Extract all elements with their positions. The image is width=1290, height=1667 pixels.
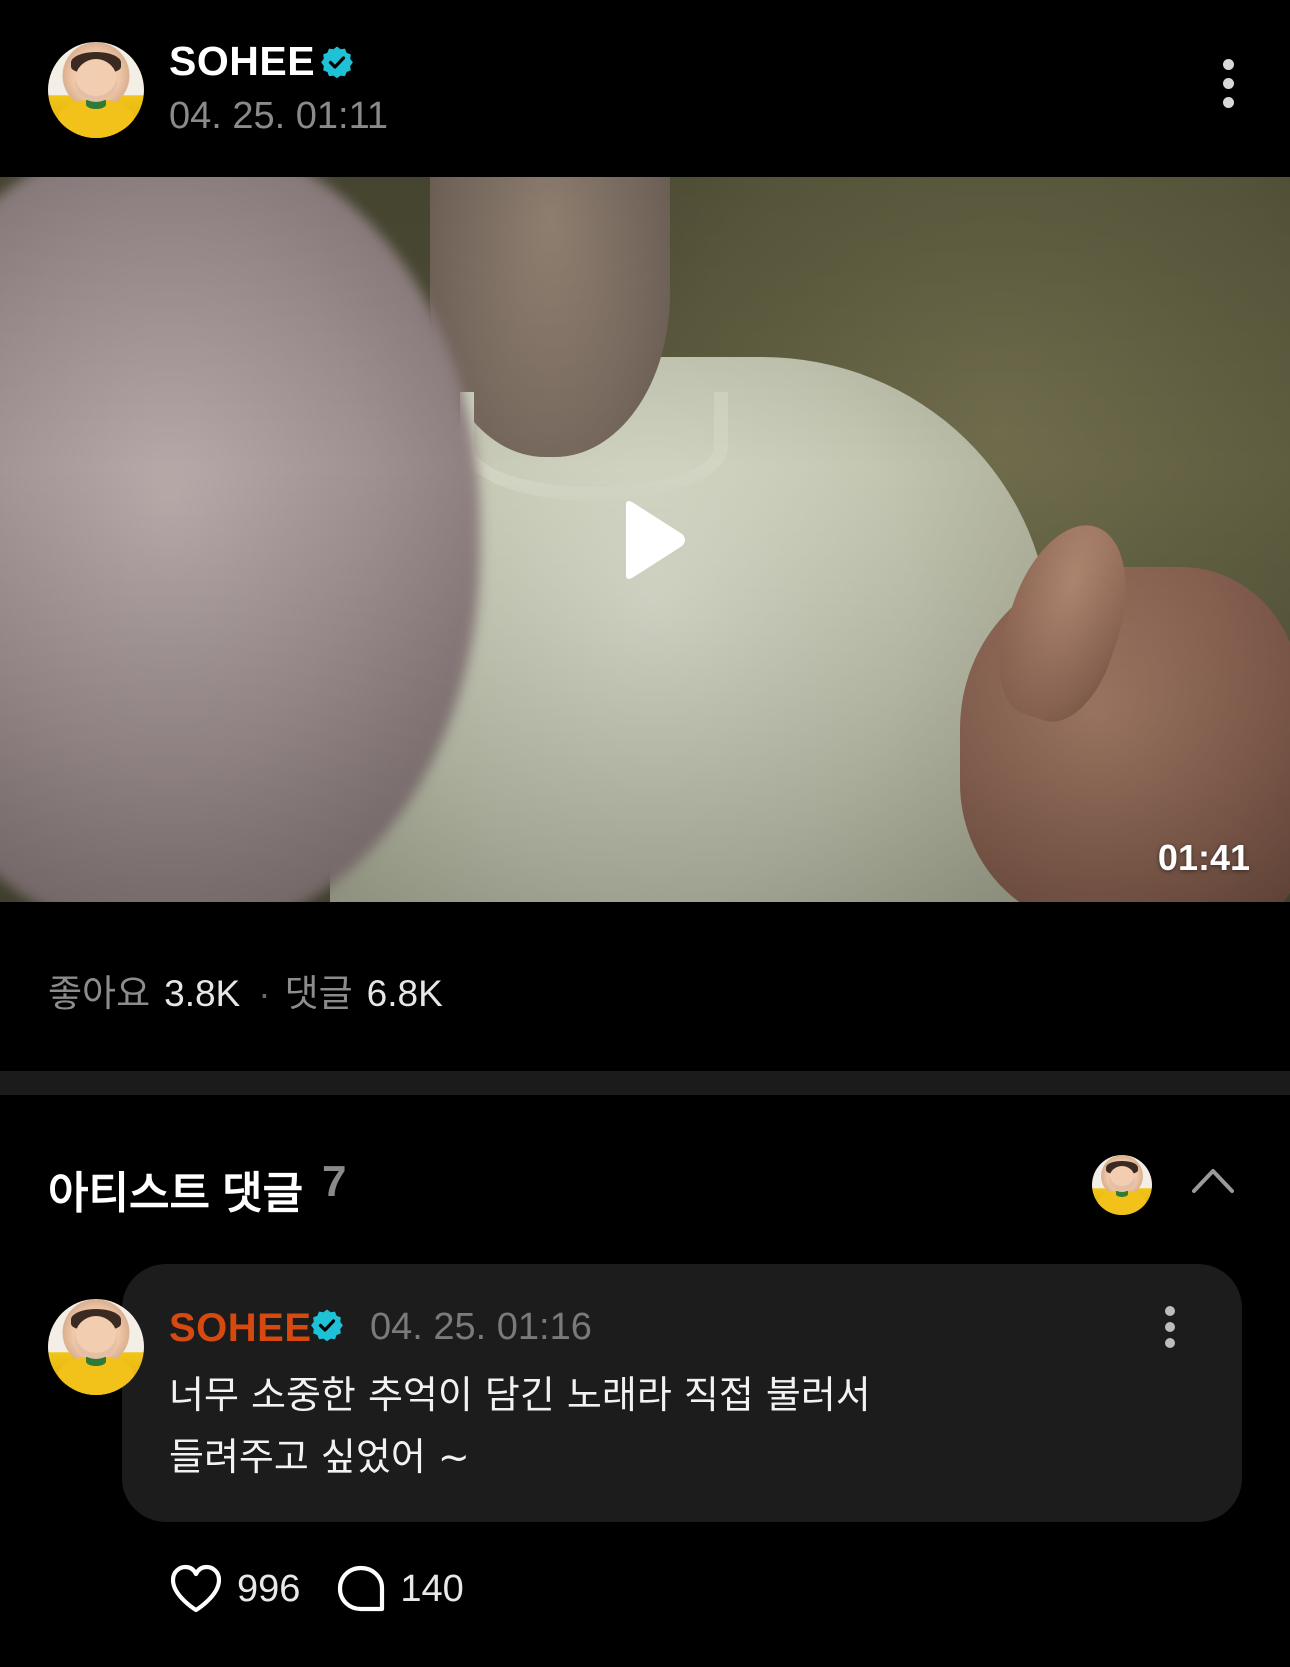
comment-timestamp: 04. 25. 01:16 [370, 1306, 592, 1348]
likes-count[interactable]: 3.8K [164, 973, 240, 1015]
reply-button[interactable]: 140 [336, 1564, 464, 1614]
author-name[interactable]: SOHEE [169, 38, 315, 85]
comment-text: 너무 소중한 추억이 담긴 노래라 직접 불러서 들려주고 싶었어 ~ [169, 1364, 1169, 1488]
more-dot [1222, 59, 1234, 70]
comments-label: 댓글 [284, 973, 353, 1014]
post-timestamp: 04. 25. 01:11 [169, 95, 389, 137]
artist-comments-count: 7 [322, 1157, 347, 1206]
section-divider [0, 1071, 1290, 1095]
play-icon[interactable] [618, 499, 688, 581]
artist-avatar[interactable] [1092, 1155, 1152, 1215]
more-dot [1165, 1338, 1175, 1348]
heart-icon [170, 1564, 222, 1613]
comment-author-name[interactable]: SOHEE [169, 1306, 312, 1351]
more-dot [1165, 1322, 1175, 1332]
comments-count[interactable]: 6.8K [367, 973, 443, 1015]
comment-actions: 996 140 [169, 1562, 500, 1616]
verified-badge-icon [321, 46, 353, 79]
artist-comments-title: 아티스트 댓글 [48, 1169, 304, 1218]
chevron-up-icon[interactable] [1190, 1165, 1236, 1195]
more-dot [1222, 97, 1234, 108]
speech-bubble-icon [338, 1565, 385, 1612]
comment-author-avatar[interactable] [48, 1299, 144, 1395]
video-player[interactable]: 01:41 [0, 177, 1290, 902]
video-duration: 01:41 [1157, 837, 1250, 878]
comment-text-line: 너무 소중한 추억이 담긴 노래라 직접 불러서 [169, 1373, 871, 1417]
post-stats: 좋아요 3.8K · 댓글 6.8K [48, 963, 443, 1017]
more-options-button[interactable] [1208, 54, 1248, 124]
more-dot [1222, 78, 1234, 89]
comment-text-line: 들려주고 싶었어 ~ [169, 1435, 470, 1479]
reply-count: 140 [400, 1567, 464, 1610]
post-header: SOHEE 04. 25. 01:11 [0, 0, 1290, 176]
like-count: 996 [237, 1567, 301, 1610]
verified-badge-icon [311, 1309, 343, 1342]
more-dot [1165, 1306, 1175, 1316]
stats-separator: · [258, 973, 271, 1014]
like-button[interactable]: 996 [169, 1564, 300, 1614]
likes-label: 좋아요 [48, 973, 151, 1014]
author-avatar[interactable] [48, 42, 144, 138]
